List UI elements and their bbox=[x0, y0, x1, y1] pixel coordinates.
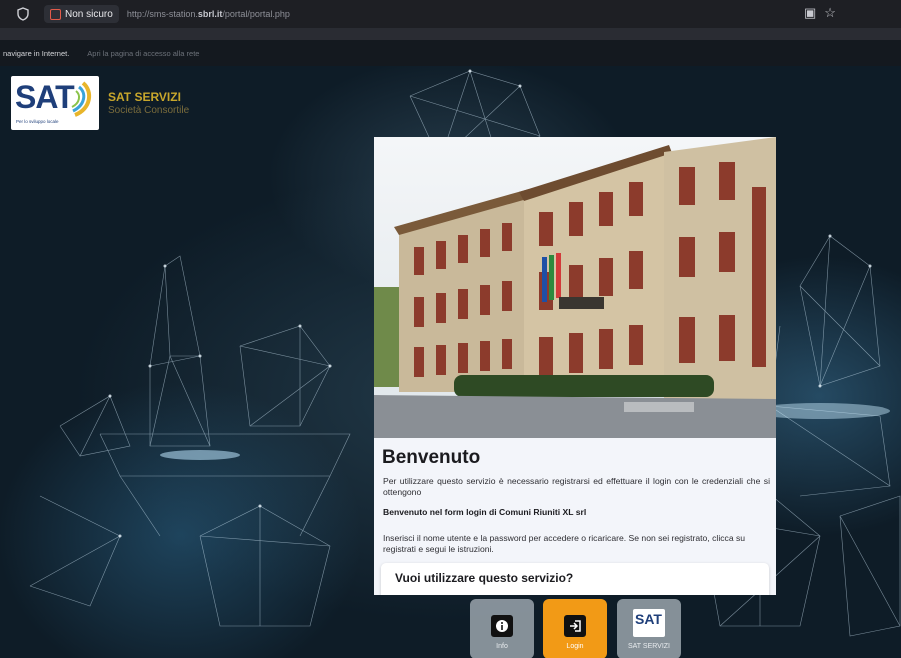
sat-logo-icon: SAT bbox=[633, 609, 665, 637]
login-button-label: Login bbox=[566, 643, 584, 650]
info-icon bbox=[491, 615, 513, 637]
shield-icon[interactable] bbox=[16, 7, 30, 21]
bookmark-star-icon[interactable]: ☆ bbox=[824, 6, 836, 20]
brand-title: SAT SERVIZI bbox=[108, 90, 181, 104]
login-button[interactable]: Login bbox=[543, 599, 607, 658]
sat-servizi-button[interactable]: SAT SAT SERVIZI bbox=[617, 599, 681, 658]
url-path: /portal/portal.php bbox=[222, 9, 290, 19]
notice-text: navigare in Internet. bbox=[3, 48, 70, 58]
login-icon bbox=[564, 615, 586, 637]
town-hall-photo bbox=[374, 137, 776, 438]
url-domain: sbrl.it bbox=[197, 9, 223, 19]
security-indicator[interactable]: Non sicuro bbox=[44, 5, 119, 23]
address-bar-tools: ▣ ☆ bbox=[804, 6, 836, 20]
open-login-page-link[interactable]: Apri la pagina di accesso alla rete bbox=[87, 49, 199, 58]
url-prefix: http://sms-station. bbox=[126, 9, 198, 19]
service-question-panel[interactable]: Vuoi utilizzare questo servizio? bbox=[381, 563, 769, 595]
insecure-lock-icon bbox=[50, 8, 61, 20]
logo-text: SAT bbox=[15, 79, 75, 115]
captive-portal-notice: navigare in Internet. Apri la pagina di … bbox=[0, 40, 901, 66]
portal-page: SAT Per lo sviluppo locale SAT SERVIZI S… bbox=[0, 66, 901, 658]
browser-address-bar: Non sicuro http://sms-station.sbrl.it/po… bbox=[0, 0, 901, 28]
info-button[interactable]: Info bbox=[470, 599, 534, 658]
welcome-card: Benvenuto Per utilizzare questo servizio… bbox=[374, 137, 776, 595]
sat-icon-text: SAT bbox=[635, 611, 662, 627]
bookmarks-bar bbox=[0, 28, 901, 40]
url-field[interactable]: http://sms-station.sbrl.it/portal/portal… bbox=[127, 9, 290, 19]
logo-swirl-icon bbox=[71, 81, 92, 117]
info-button-label: Info bbox=[496, 643, 508, 650]
welcome-title: Benvenuto bbox=[382, 447, 481, 468]
brand-subtitle: Società Consortile bbox=[108, 105, 190, 116]
card-body: Benvenuto Per utilizzare questo servizio… bbox=[374, 438, 776, 595]
form-title: Benvenuto nel form login di Comuni Riuni… bbox=[383, 507, 587, 517]
sat-logo[interactable]: SAT Per lo sviluppo locale bbox=[11, 76, 99, 130]
service-question: Vuoi utilizzare questo servizio? bbox=[395, 571, 574, 585]
logo-tagline: Per lo sviluppo locale bbox=[16, 119, 59, 124]
reader-view-icon[interactable]: ▣ bbox=[804, 6, 816, 20]
intro-text: Per utilizzare questo servizio è necessa… bbox=[383, 476, 770, 497]
instructions-text: Inserisci il nome utente e la password p… bbox=[383, 533, 746, 554]
security-label: Non sicuro bbox=[65, 8, 113, 20]
sat-button-label: SAT SERVIZI bbox=[627, 643, 670, 650]
